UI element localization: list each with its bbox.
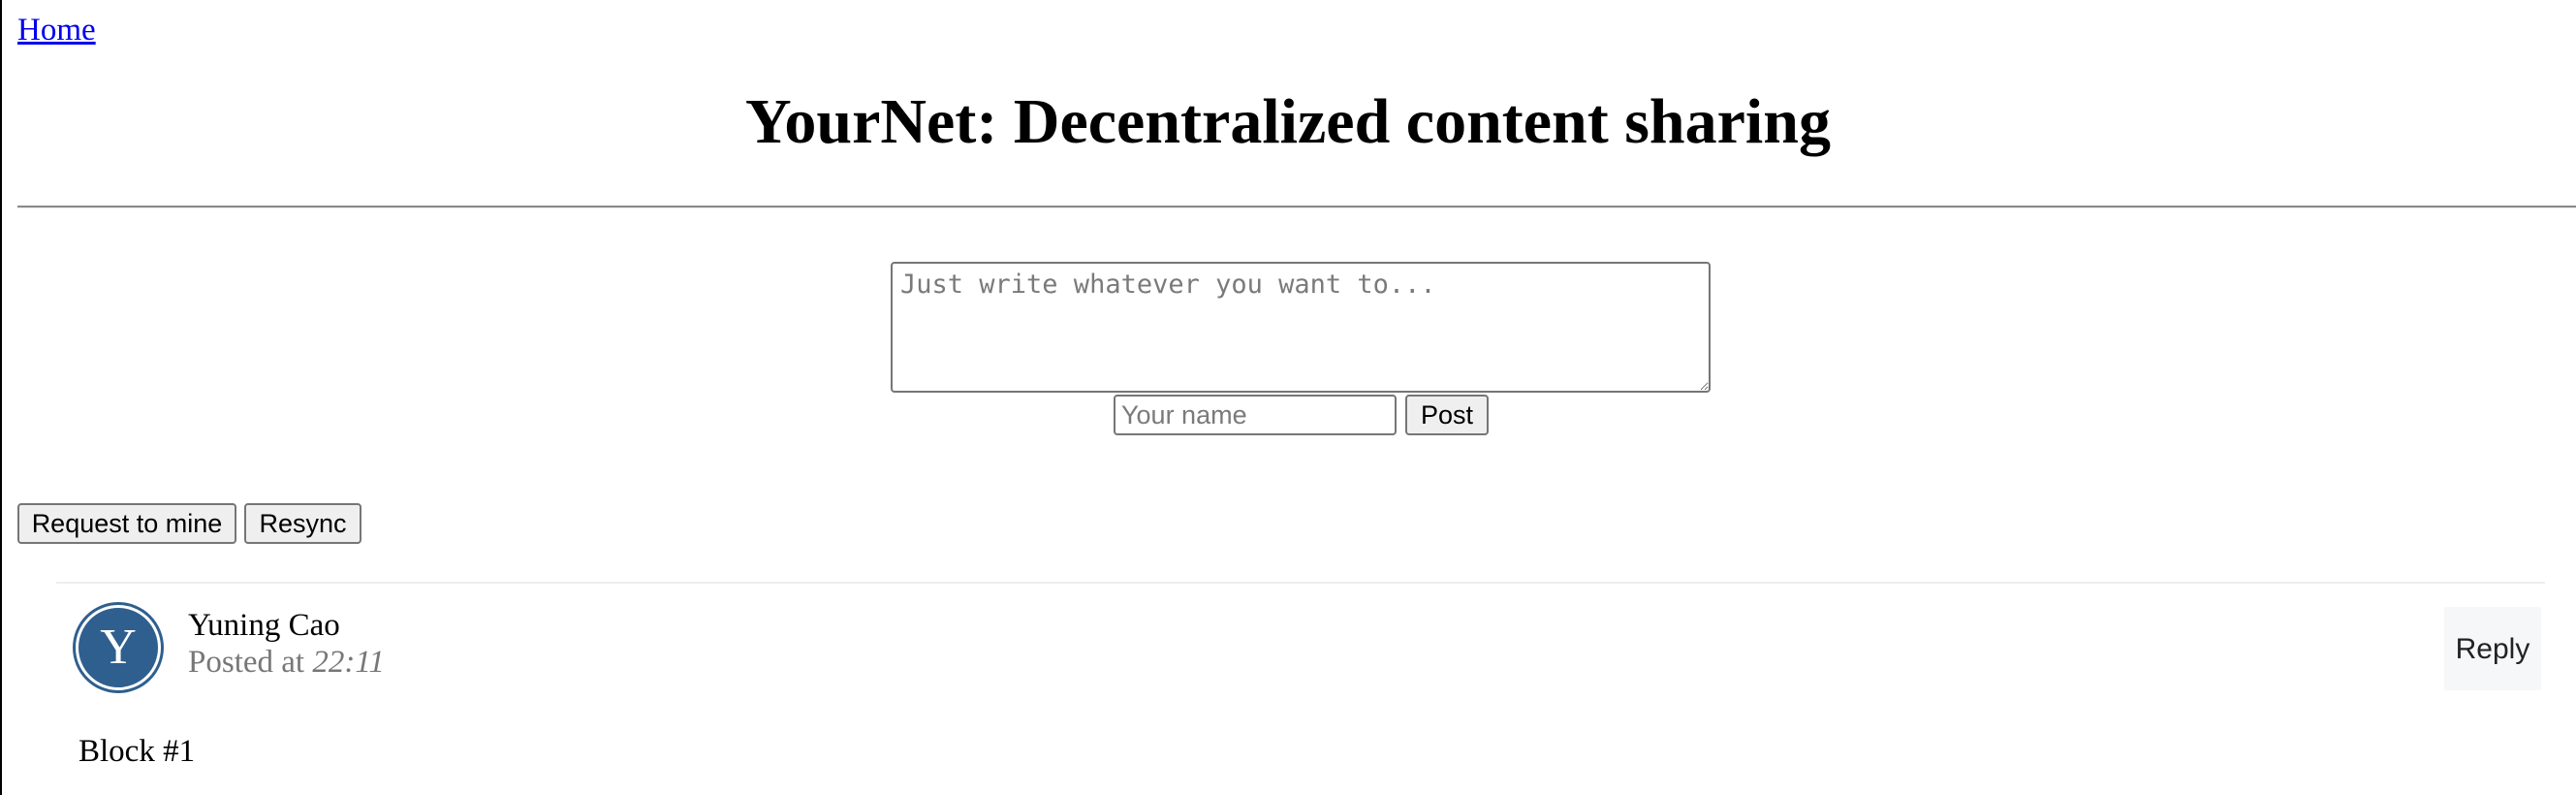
post-content-input[interactable] (891, 262, 1711, 393)
post-button[interactable]: Post (1405, 395, 1489, 435)
feed-divider (56, 582, 2545, 584)
avatar: Y (76, 605, 161, 690)
reply-button[interactable]: Reply (2444, 607, 2541, 690)
resync-button[interactable]: Resync (244, 503, 361, 544)
home-link[interactable]: Home (17, 12, 96, 50)
author-name-input[interactable] (1114, 395, 1397, 435)
post-time: 22:11 (312, 645, 385, 680)
post-timestamp: Posted at 22:11 (188, 644, 385, 683)
post-author: Yuning Cao (188, 608, 340, 643)
posted-prefix: Posted at (188, 645, 313, 680)
header-divider (17, 206, 2576, 208)
page-title: YourNet: Decentralized content sharing (745, 86, 1831, 157)
post-content: Block #1 (79, 734, 196, 769)
request-to-mine-button[interactable]: Request to mine (17, 503, 236, 544)
